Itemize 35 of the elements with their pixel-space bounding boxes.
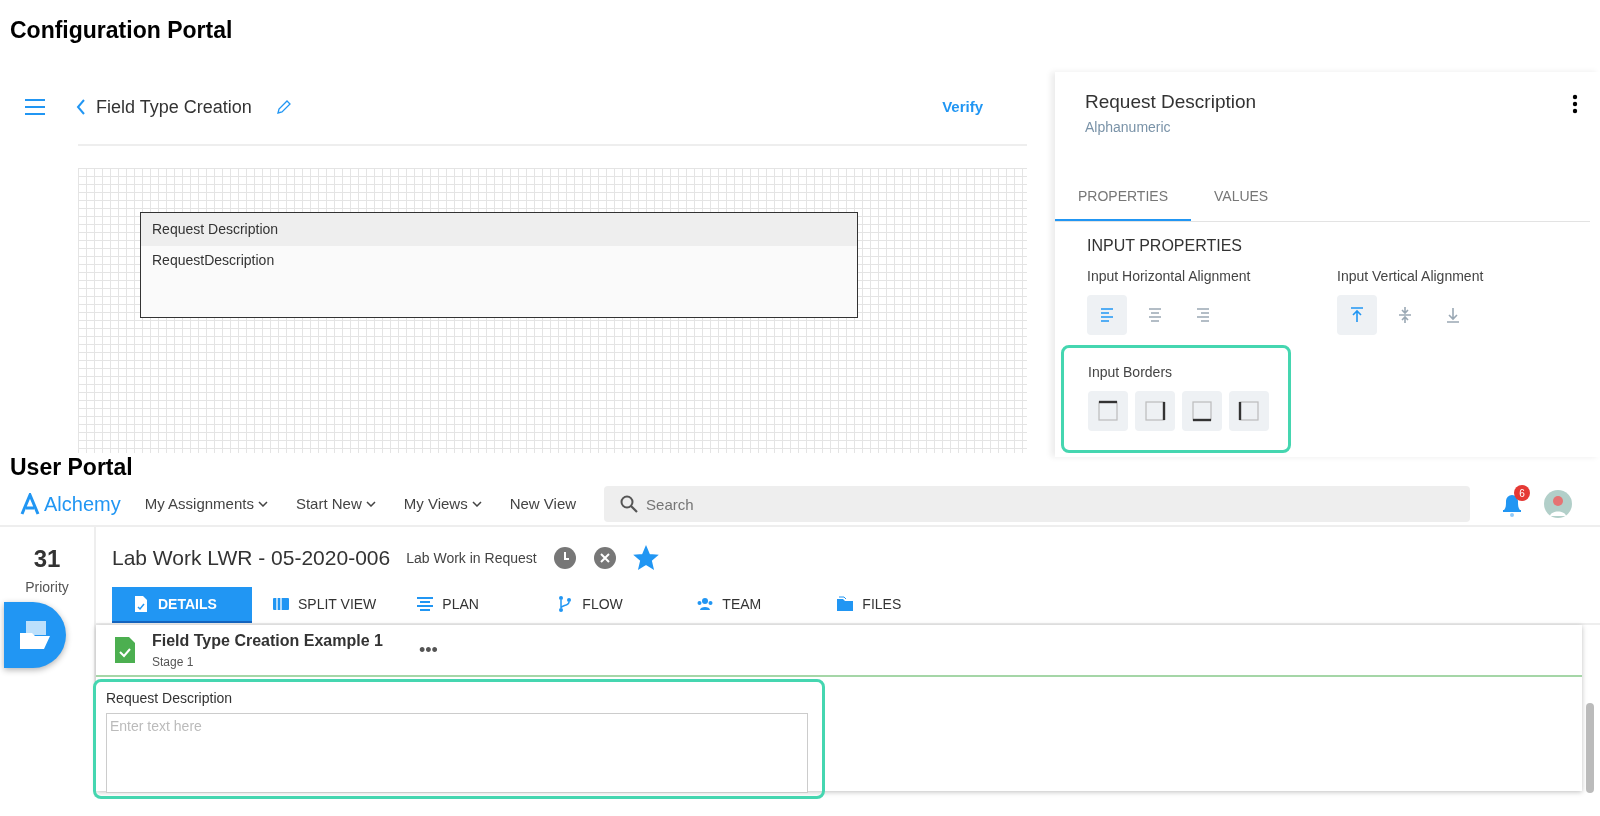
form-title: Field Type Creation Example 1 bbox=[152, 631, 383, 651]
panel-tab[interactable]: PROPERTIES bbox=[1055, 175, 1191, 221]
record-tab[interactable]: TEAM bbox=[676, 587, 817, 623]
page-title: Field Type Creation bbox=[96, 95, 252, 119]
field-value: RequestDescription bbox=[151, 251, 276, 270]
nav-menu[interactable]: My Views bbox=[403, 492, 482, 516]
more-button[interactable]: ••• bbox=[418, 636, 438, 664]
nav-menu[interactable]: New View bbox=[509, 492, 577, 516]
panel-subtitle: Alphanumeric bbox=[1085, 117, 1172, 137]
canvas-field[interactable]: Request Description RequestDescription bbox=[140, 212, 858, 318]
property-label: Input Borders bbox=[1088, 362, 1174, 382]
record-tab[interactable]: PLAN bbox=[396, 587, 537, 623]
record-tab[interactable]: FILES bbox=[816, 587, 957, 623]
property-label: Input Vertical Alignment bbox=[1337, 266, 1485, 286]
form-stage: Stage 1 bbox=[152, 654, 195, 671]
panel-title: Request Description bbox=[1085, 90, 1257, 114]
priority-label: Priority bbox=[24, 578, 70, 597]
notification-count: 6 bbox=[1514, 485, 1531, 501]
panel-tab[interactable]: VALUES bbox=[1191, 175, 1292, 221]
brand-name: Alchemy bbox=[44, 492, 121, 517]
text-area[interactable]: Enter text here bbox=[106, 713, 808, 793]
record-tab[interactable]: SPLIT VIEW bbox=[252, 587, 397, 623]
record-status: Lab Work in Request bbox=[406, 548, 537, 568]
section-heading: Configuration Portal bbox=[9, 16, 234, 45]
nav-menu[interactable]: My Assignments bbox=[144, 492, 268, 516]
record-title: Lab Work LWR - 05-2020-006 bbox=[112, 545, 391, 572]
property-label: Input Horizontal Alignment bbox=[1087, 266, 1252, 286]
section-title: INPUT PROPERTIES bbox=[1087, 235, 1243, 256]
priority-value: 31 bbox=[32, 544, 62, 574]
field-label: Request Description bbox=[106, 689, 234, 708]
section-heading: User Portal bbox=[9, 453, 134, 482]
field-label: Request Description bbox=[141, 213, 857, 246]
record-tab[interactable]: FLOW bbox=[536, 587, 677, 623]
search-field[interactable]: Search bbox=[604, 486, 1471, 522]
nav-menu[interactable]: Start New bbox=[295, 492, 376, 516]
